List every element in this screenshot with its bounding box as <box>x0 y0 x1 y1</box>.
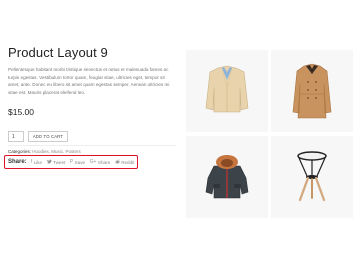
categories-links[interactable]: Hoodies, Music, Posters <box>32 149 81 154</box>
categories-label: Categories: <box>8 149 32 154</box>
camel-coat-image[interactable] <box>271 50 353 132</box>
share-google-plus-label: Share <box>97 159 111 165</box>
blazer-image[interactable] <box>186 50 268 132</box>
quantity-input[interactable]: 1 <box>8 131 24 142</box>
reddit-icon <box>115 159 120 166</box>
facebook-icon: f <box>30 159 33 165</box>
add-to-cart-button[interactable]: ADD TO CART <box>28 131 68 142</box>
share-google-plus-button[interactable]: G+ Share <box>90 159 111 165</box>
product-description: Pellentesque habitant morbi tristique se… <box>8 67 170 95</box>
share-reddit-label: Reddit <box>121 159 135 165</box>
pinterest-icon: P <box>69 159 74 165</box>
share-facebook-button[interactable]: f Like <box>31 159 42 165</box>
share-bar: Share: f Like Tweet P Save G+ Share Redd… <box>4 155 138 169</box>
product-title: Product Layout 9 <box>8 45 108 60</box>
side-table-image[interactable] <box>271 136 353 218</box>
quantity-value: 1 <box>12 133 15 140</box>
share-pinterest-label: Save <box>74 159 86 165</box>
share-facebook-label: Like <box>33 159 43 165</box>
divider <box>8 145 176 146</box>
winter-parka-image[interactable] <box>186 136 268 218</box>
share-twitter-button[interactable]: Tweet <box>46 159 66 166</box>
share-twitter-label: Tweet <box>53 159 66 165</box>
share-label: Share: <box>8 159 27 165</box>
share-reddit-button[interactable]: Reddit <box>115 159 135 166</box>
product-price: $15.00 <box>8 107 34 117</box>
twitter-icon <box>46 159 52 166</box>
share-pinterest-button[interactable]: P Save <box>70 159 85 165</box>
google-plus-icon: G+ <box>89 159 97 165</box>
categories: Categories: Hoodies, Music, Posters <box>8 149 81 154</box>
